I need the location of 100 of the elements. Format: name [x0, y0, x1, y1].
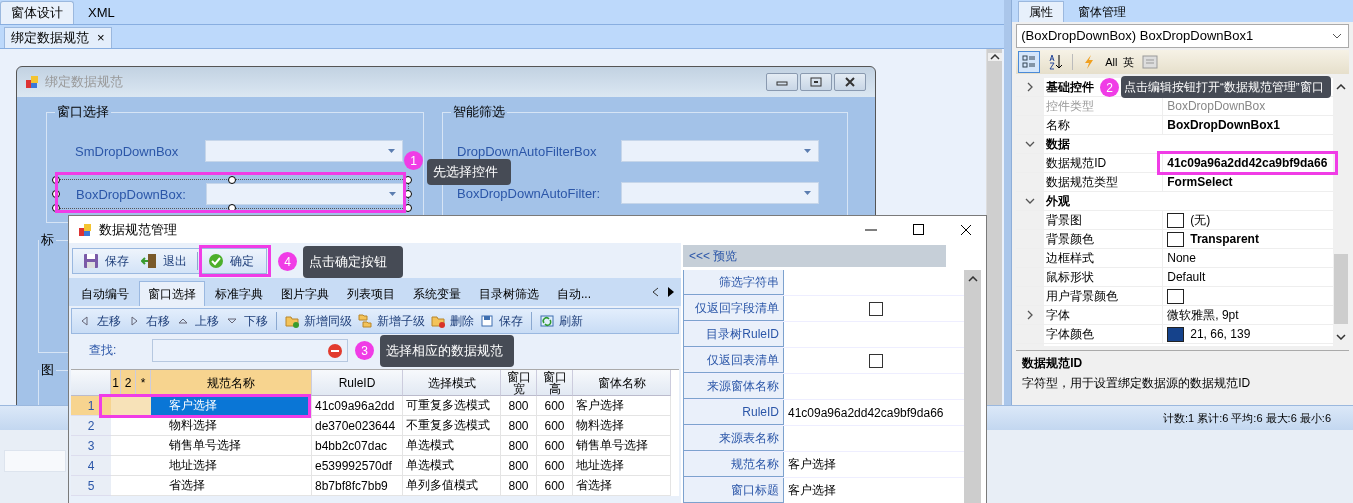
property-name: 目录树RuleID — [684, 322, 784, 347]
panel-tab[interactable]: 窗体管理 — [1068, 2, 1137, 22]
property-value[interactable]: 客户选择 — [788, 456, 836, 473]
property-name: 名称 — [1044, 116, 1164, 134]
property-value[interactable]: BoxDropDownBox1 — [1167, 118, 1280, 132]
property-name: 来源窗体名称 — [684, 374, 784, 399]
toolbar-button[interactable]: 左移 — [78, 312, 121, 330]
designer-tab[interactable]: 窗体设计 — [0, 1, 74, 24]
toolbar-button[interactable]: 保存 — [480, 312, 523, 330]
group-title: 标 — [40, 231, 55, 249]
table-cell: 600 — [537, 396, 573, 416]
field-label: BoxDropDownBox: — [76, 186, 187, 202]
column-header[interactable]: 窗口高 — [537, 370, 573, 396]
column-header[interactable]: 1 — [111, 370, 121, 396]
hint-tooltip: 点击确定按钮 — [303, 246, 403, 278]
preview-header[interactable]: <<< 预览 — [683, 245, 946, 267]
tab[interactable]: 窗口选择 — [139, 281, 205, 306]
tab[interactable]: 图片字典 — [273, 282, 337, 306]
document-tab-title[interactable]: 绑定数据规范 — [11, 28, 89, 48]
column-header[interactable]: 选择模式 — [403, 370, 501, 396]
row-header[interactable]: 2 — [71, 416, 111, 436]
column-header[interactable]: 窗体名称 — [573, 370, 671, 396]
table-cell: 600 — [537, 476, 573, 496]
property-value[interactable]: 21, 66, 139 — [1190, 327, 1251, 341]
tab[interactable]: 自动... — [549, 282, 599, 306]
property-value[interactable]: (无) — [1190, 211, 1211, 229]
table-cell: 8b7bf8fc7bb9 — [312, 476, 403, 496]
table-cell: 地址选择 — [151, 456, 312, 476]
property-value[interactable]: Default — [1167, 270, 1206, 284]
toolbar-button[interactable]: 上移 — [176, 312, 219, 330]
tab[interactable]: 标准字典 — [207, 282, 271, 306]
property-name: 仅返回表清单 — [684, 348, 784, 373]
toolbar-button[interactable]: 删除 — [431, 312, 474, 330]
toolbar-button[interactable]: 刷新 — [540, 312, 583, 330]
property-name: 鼠标形状 — [1044, 268, 1164, 286]
property-name: 规范名称 — [684, 452, 784, 477]
toolbar-button[interactable]: 新增子级 — [358, 312, 425, 330]
tab[interactable]: 目录树筛选 — [471, 282, 547, 306]
table-cell: b4bb2c07dac — [312, 436, 403, 456]
table-cell: 800 — [501, 456, 537, 476]
table-cell: 不重复多选模式 — [403, 416, 501, 436]
table-cell: 单列多值模式 — [403, 476, 501, 496]
property-name: 字体颜色 — [1044, 325, 1164, 343]
row-header[interactable]: 3 — [71, 436, 111, 456]
table-cell: 可重复多选模式 — [403, 396, 501, 416]
table-cell: 600 — [537, 416, 573, 436]
field-label: DropDownAutoFilterBox — [457, 143, 598, 159]
toolbar-button[interactable]: 保存 — [79, 250, 133, 272]
category-label[interactable]: 数据 — [1044, 135, 1071, 153]
document-tab[interactable]: 绑定数据规范 × — [4, 27, 112, 48]
toolbar-button[interactable]: 确定 — [204, 250, 258, 272]
row-header[interactable]: 4 — [71, 456, 111, 476]
property-name: 数据规范ID — [1044, 154, 1164, 172]
column-header[interactable]: * — [136, 370, 151, 396]
close-icon[interactable]: × — [97, 28, 105, 48]
property-value[interactable]: FormSelect — [1167, 175, 1233, 189]
dialog-title: 数据规范管理 — [99, 220, 177, 239]
property-value[interactable]: 41c09a96a2dd42ca9bf9da66 — [788, 405, 944, 420]
panel-tab[interactable]: 属性 — [1018, 1, 1065, 22]
property-value[interactable]: 41c09a96a2dd42ca9bf9da66 — [1167, 156, 1328, 170]
field-label: BoxDropDownAutoFilter: — [457, 185, 602, 201]
table-cell: 600 — [537, 456, 573, 476]
table-cell: 600 — [537, 436, 573, 456]
hint-tooltip: 点击编辑按钮打开“数据规范管理”窗口 — [1121, 76, 1331, 98]
row-header[interactable]: 5 — [71, 476, 111, 496]
toolbar-button[interactable]: 右移 — [127, 312, 170, 330]
property-name: 筛选字符串 — [684, 270, 784, 295]
category-label[interactable]: 基础控件 — [1044, 78, 1095, 96]
field-label: SmDropDownBox — [75, 143, 180, 159]
property-value[interactable]: None — [1167, 251, 1196, 265]
property-value[interactable]: 微软雅黑, 9pt — [1167, 306, 1239, 324]
column-header[interactable]: RuleID — [312, 370, 403, 396]
table-cell: 地址选择 — [573, 456, 671, 476]
category-label[interactable]: 外观 — [1044, 192, 1071, 210]
property-name: 来源表名称 — [684, 426, 784, 451]
column-header[interactable]: 规范名称 — [151, 370, 312, 396]
column-header[interactable]: 2 — [121, 370, 136, 396]
object-selector[interactable]: (BoxDropDownBox) BoxDropDownBox1 — [1016, 24, 1349, 48]
property-name: 背景颜色 — [1044, 230, 1164, 248]
tab[interactable]: 列表项目 — [339, 282, 403, 306]
property-value[interactable]: Transparent — [1190, 232, 1259, 246]
description-title: 数据规范ID — [1022, 355, 1084, 372]
toolbar-button[interactable]: All — [1105, 56, 1118, 68]
property-name: 背景图 — [1044, 211, 1164, 229]
table-cell: de370e023644 — [312, 416, 403, 436]
toolbar-button[interactable]: 英 — [1123, 54, 1135, 70]
tab[interactable]: 系统变量 — [405, 282, 469, 306]
hint-tooltip: 选择相应的数据规范 — [380, 335, 514, 367]
toolbar-button[interactable]: 新增同级 — [285, 312, 352, 330]
table-cell: 物料选择 — [151, 416, 312, 436]
tab[interactable]: 自动编号 — [73, 282, 137, 306]
designer-tab[interactable]: XML — [78, 2, 125, 24]
toolbar-button[interactable]: 退出 — [137, 250, 191, 272]
table-cell: e539992570df — [312, 456, 403, 476]
column-header[interactable]: 窗口宽 — [501, 370, 537, 396]
property-value[interactable]: 客户选择 — [788, 482, 836, 499]
table-cell: 41c09a96a2dd — [312, 396, 403, 416]
property-name: 边框样式 — [1044, 249, 1164, 267]
table-cell: 800 — [501, 436, 537, 456]
toolbar-button[interactable]: 下移 — [225, 312, 268, 330]
